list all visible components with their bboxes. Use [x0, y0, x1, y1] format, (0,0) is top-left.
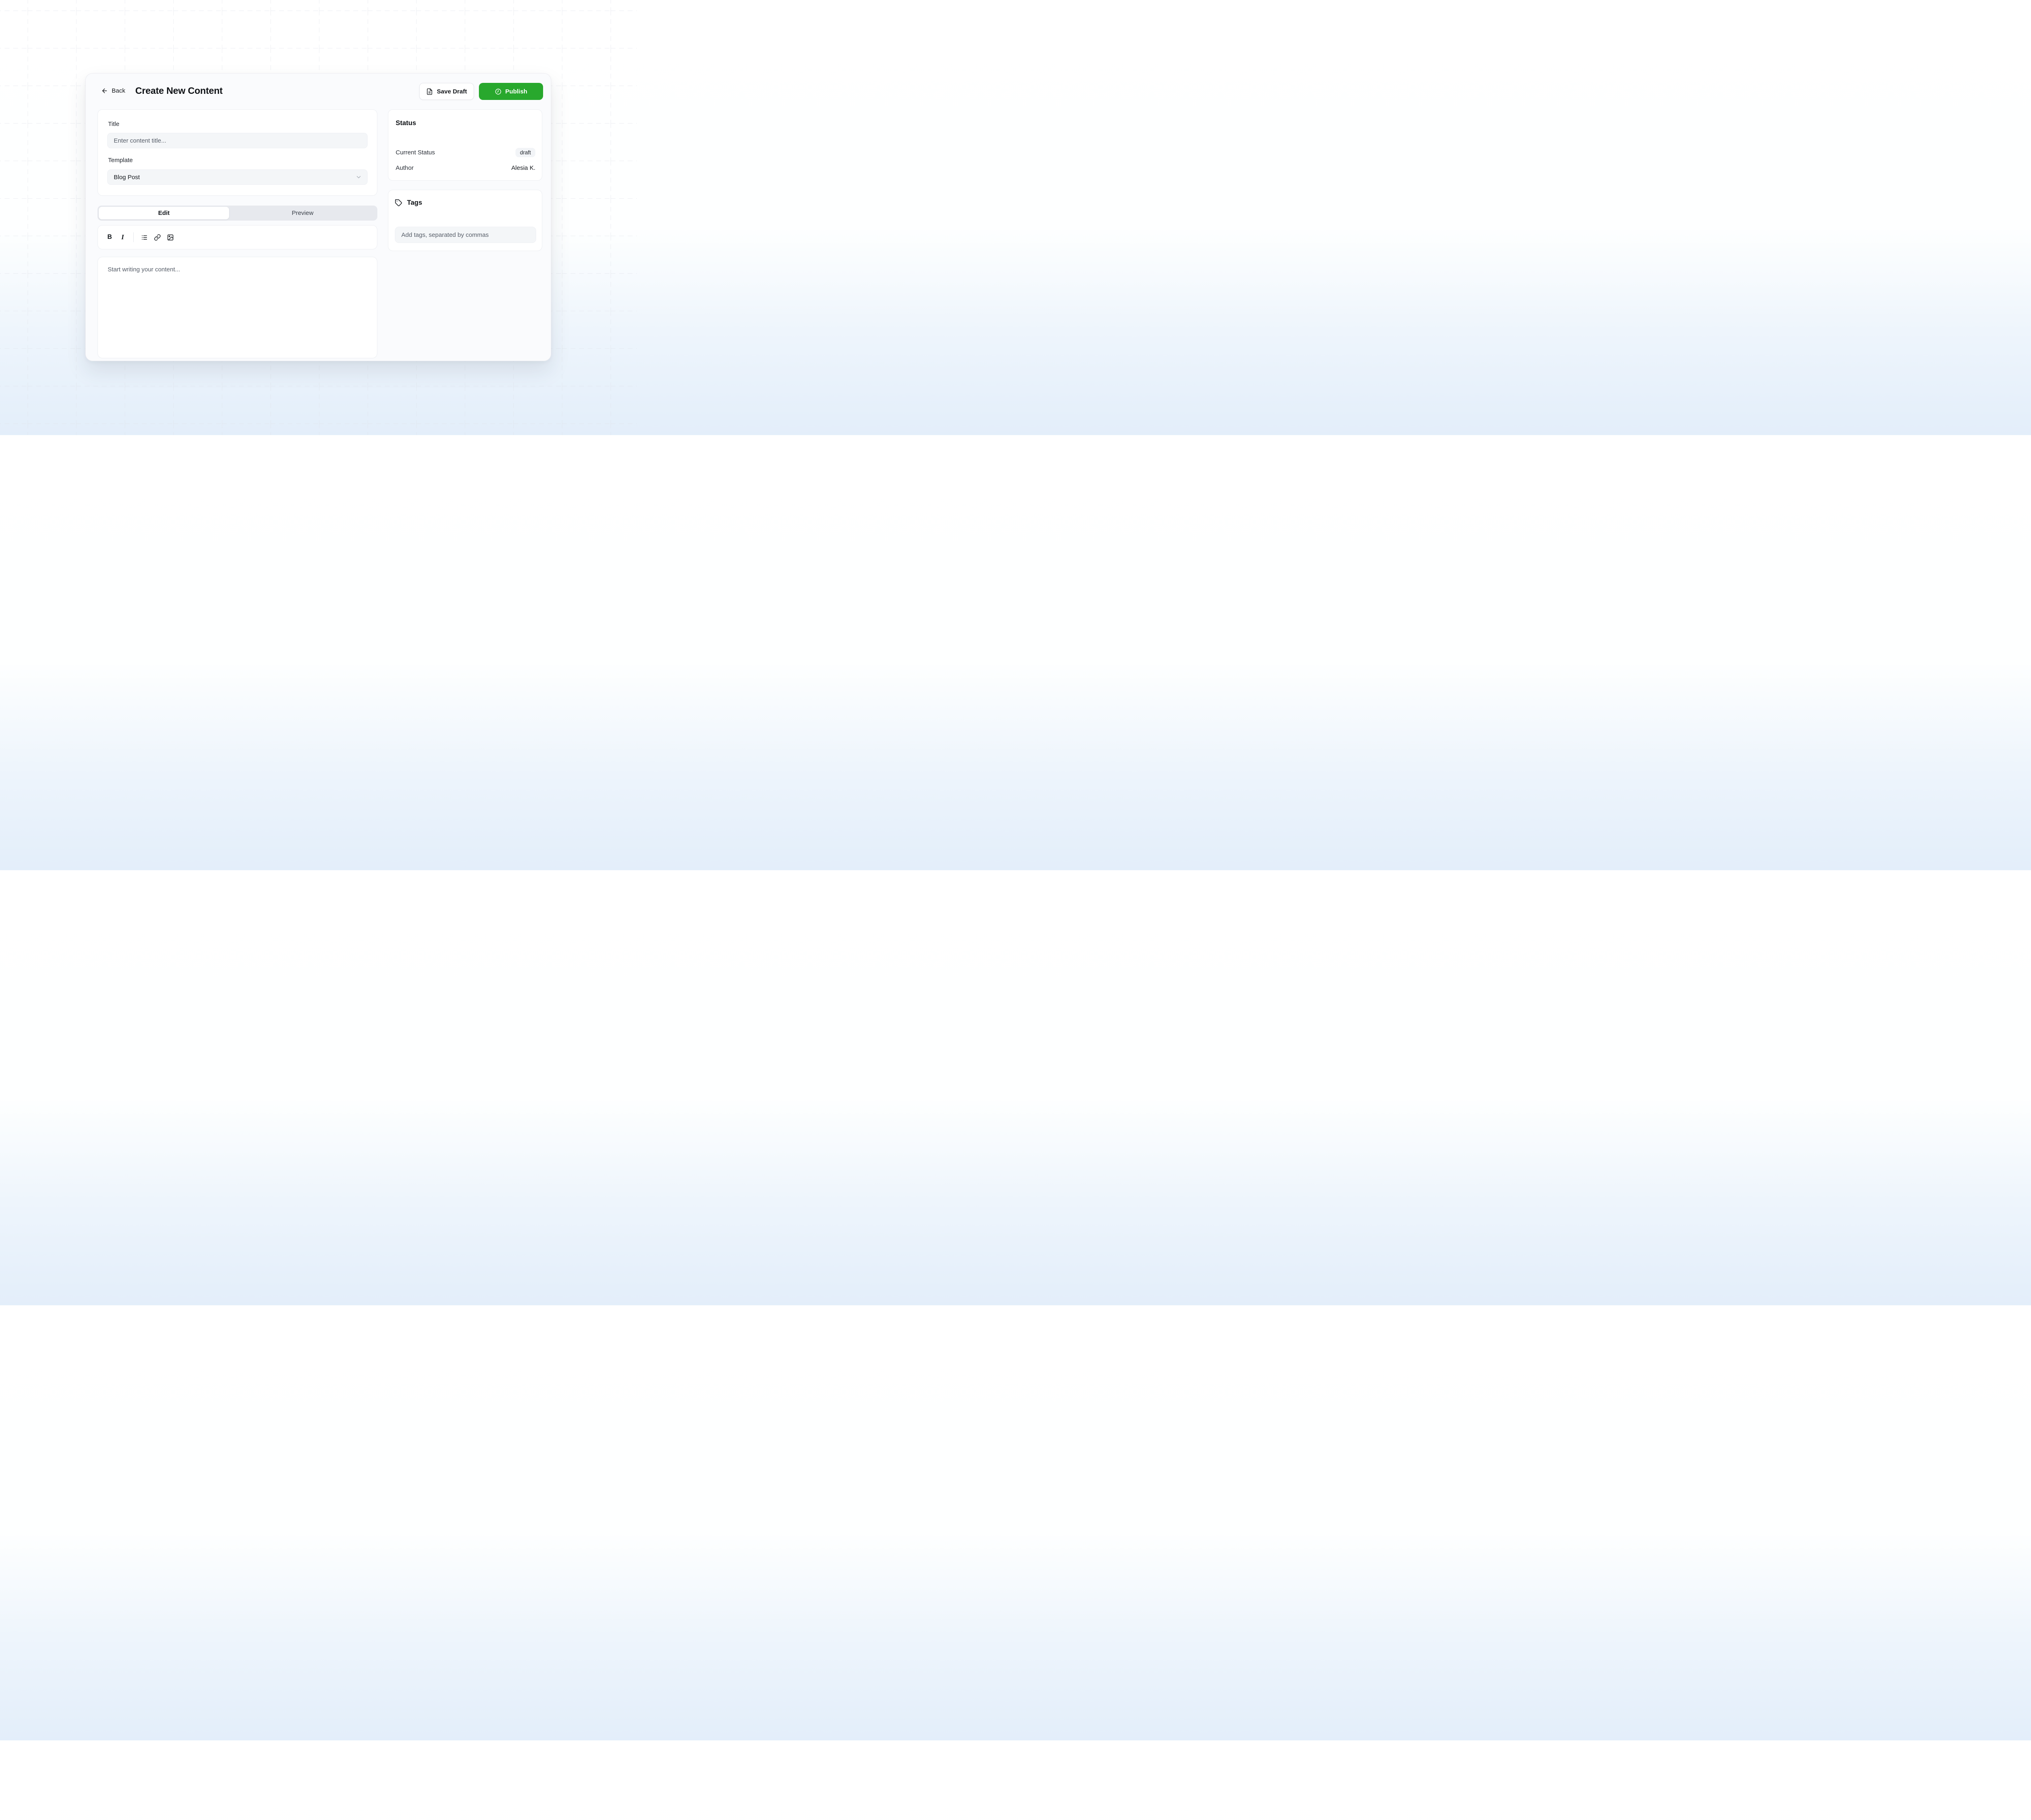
- publish-button[interactable]: Publish: [479, 83, 543, 100]
- author-label: Author: [396, 165, 414, 171]
- publish-label: Publish: [505, 88, 527, 95]
- bullet-list-icon: [141, 234, 148, 241]
- template-select-value: Blog Post: [114, 174, 140, 181]
- back-label: Back: [112, 87, 125, 94]
- author-row: Author Alesia K.: [396, 162, 535, 173]
- template-label: Template: [108, 157, 133, 164]
- page-title: Create New Content: [135, 85, 223, 96]
- tags-input[interactable]: [395, 227, 536, 243]
- toolbar-divider: [133, 232, 134, 242]
- create-content-window: Back Create New Content Save Draft Publi…: [85, 73, 551, 361]
- status-panel: Status Current Status draft Author Alesi…: [388, 109, 542, 181]
- chevron-down-icon: [355, 174, 362, 180]
- status-badge: draft: [515, 148, 535, 157]
- content-textarea[interactable]: [98, 257, 377, 358]
- formatting-toolbar: B I: [97, 225, 377, 249]
- editor-mode-tabs: Edit Preview: [97, 206, 377, 221]
- save-draft-button[interactable]: Save Draft: [419, 83, 474, 100]
- current-status-label: Current Status: [396, 149, 435, 156]
- arrow-left-icon: [101, 87, 108, 94]
- link-icon: [154, 234, 161, 241]
- link-button[interactable]: [151, 231, 163, 243]
- current-status-row: Current Status draft: [396, 147, 535, 158]
- image-icon: [167, 234, 174, 241]
- bold-icon: B: [107, 234, 112, 241]
- tab-edit[interactable]: Edit: [99, 207, 229, 219]
- save-draft-label: Save Draft: [437, 88, 467, 95]
- tags-panel: Tags: [388, 190, 542, 251]
- title-template-card: Title Template Blog Post: [97, 109, 377, 196]
- back-button[interactable]: Back: [101, 86, 125, 95]
- template-select[interactable]: Blog Post: [107, 169, 368, 185]
- bold-button[interactable]: B: [104, 231, 116, 243]
- italic-button[interactable]: I: [117, 231, 129, 243]
- clock-icon: [495, 88, 502, 95]
- title-input[interactable]: [107, 133, 368, 148]
- title-label: Title: [108, 121, 119, 128]
- status-heading: Status: [396, 119, 416, 127]
- bullet-list-button[interactable]: [138, 231, 150, 243]
- tab-preview[interactable]: Preview: [229, 207, 376, 219]
- file-text-icon: [426, 88, 433, 95]
- content-editor-card: [97, 257, 377, 358]
- tags-heading-row: Tags: [395, 199, 422, 207]
- italic-icon: I: [121, 233, 124, 241]
- tag-icon: [395, 199, 403, 207]
- tags-heading: Tags: [407, 199, 422, 207]
- image-button[interactable]: [164, 231, 176, 243]
- author-value: Alesia K.: [511, 165, 535, 171]
